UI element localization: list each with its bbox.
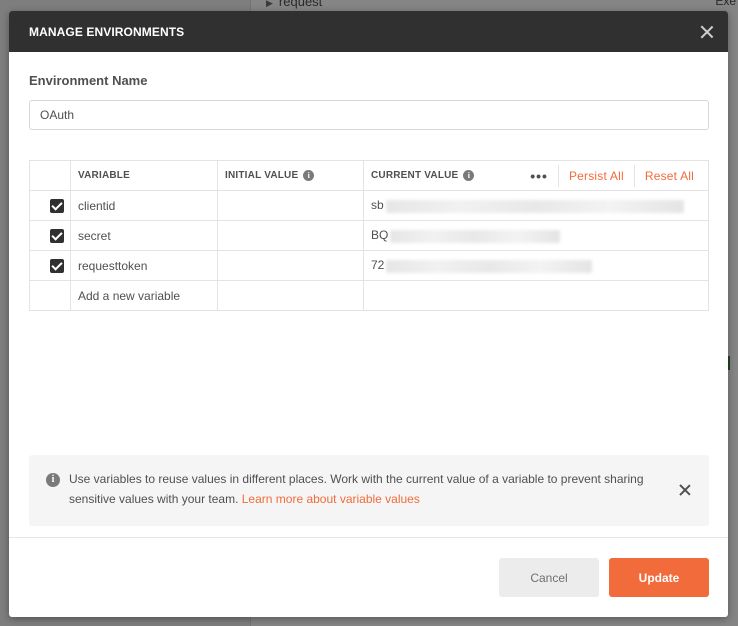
initial-value-cell[interactable] <box>217 190 364 221</box>
table-row: clientid sb <box>29 190 709 221</box>
info-icon: i <box>46 473 60 487</box>
manage-environments-modal: MANAGE ENVIRONMENTS Environment Name VAR… <box>9 11 728 617</box>
modal-header: MANAGE ENVIRONMENTS <box>9 11 728 52</box>
environment-name-input[interactable] <box>29 100 709 130</box>
variable-name-cell[interactable]: clientid <box>70 190 218 221</box>
learn-more-link[interactable]: Learn more about variable values <box>242 492 420 506</box>
variable-name-cell[interactable]: secret <box>70 220 218 251</box>
header-variable: VARIABLE <box>70 160 218 191</box>
close-icon[interactable] <box>679 484 691 496</box>
redacted-value <box>386 259 593 273</box>
environment-name-label: Environment Name <box>29 73 148 88</box>
current-value-cell[interactable]: BQ <box>363 220 709 251</box>
table-row: requesttoken 72 <box>29 250 709 281</box>
update-button[interactable]: Update <box>609 558 709 597</box>
persist-all-button[interactable]: Persist All <box>559 165 634 187</box>
current-value-cell[interactable]: sb <box>363 190 709 221</box>
table-header-row: VARIABLE INITIAL VALUE i CURRENT VALUE i •… <box>29 160 709 191</box>
header-initial-value: INITIAL VALUE i <box>217 160 364 191</box>
initial-value-cell[interactable] <box>217 220 364 251</box>
footer-divider <box>9 537 728 538</box>
info-icon[interactable]: i <box>463 170 475 181</box>
initial-value-cell[interactable] <box>217 250 364 281</box>
checkbox-checked-icon[interactable] <box>50 198 64 213</box>
redacted-value <box>390 229 561 243</box>
header-current-value: CURRENT VALUE i ••• Persist All Reset All <box>363 160 709 191</box>
header-checkbox-cell <box>29 160 71 191</box>
checkbox-checked-icon[interactable] <box>50 258 64 273</box>
table-row-new: Add a new variable <box>29 280 709 311</box>
info-banner: i Use variables to reuse values in diffe… <box>29 455 709 526</box>
current-value-cell[interactable] <box>363 280 709 311</box>
modal-title: MANAGE ENVIRONMENTS <box>29 24 185 39</box>
current-value-cell[interactable]: 72 <box>363 250 709 281</box>
variable-name-cell[interactable]: requesttoken <box>70 250 218 281</box>
redacted-value <box>385 199 684 213</box>
reset-all-button[interactable]: Reset All <box>633 164 704 187</box>
initial-value-cell[interactable] <box>217 280 364 311</box>
checkbox-checked-icon[interactable] <box>50 228 64 243</box>
more-horizontal-icon[interactable]: ••• <box>520 164 559 187</box>
variables-table: VARIABLE INITIAL VALUE i CURRENT VALUE i •… <box>29 160 709 311</box>
cancel-button[interactable]: Cancel <box>499 558 599 597</box>
close-icon[interactable] <box>698 23 716 41</box>
add-variable-input[interactable]: Add a new variable <box>70 280 218 311</box>
table-row: secret BQ <box>29 220 709 251</box>
info-icon[interactable]: i <box>303 169 315 181</box>
